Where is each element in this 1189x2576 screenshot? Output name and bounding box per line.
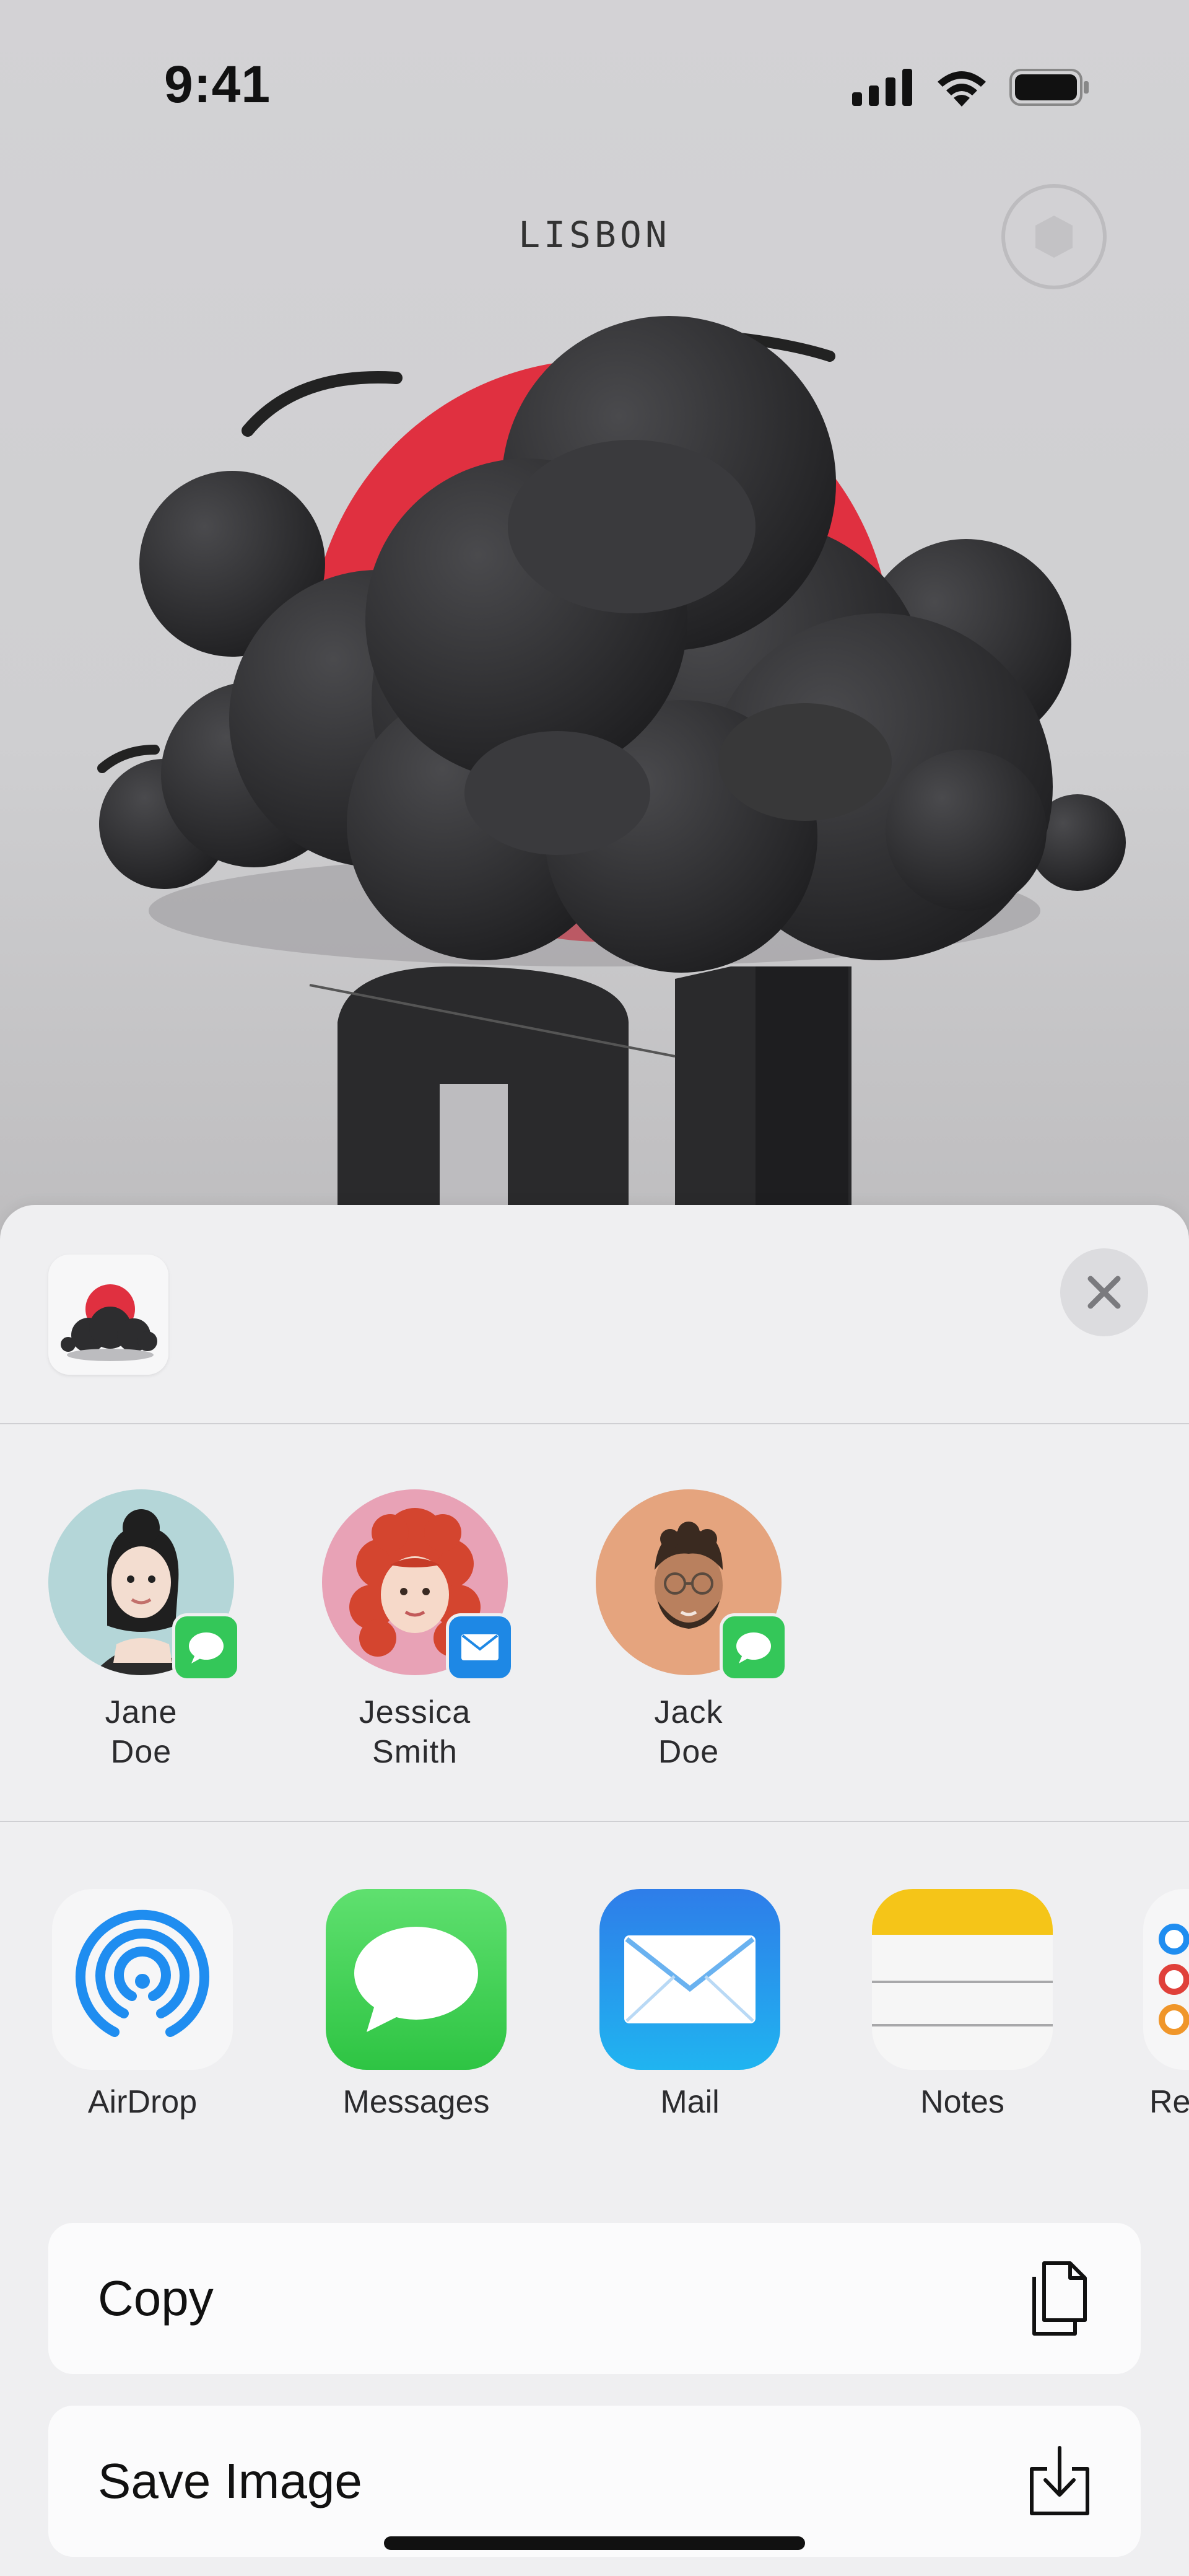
status-time: 9:41 <box>164 55 271 113</box>
person-jane-doe[interactable]: Jane Doe <box>48 1489 240 1772</box>
cellular-signal-icon <box>852 69 912 106</box>
avatar <box>48 1489 240 1681</box>
mail-icon <box>599 1889 780 2070</box>
artwork-illustration <box>97 316 1126 1239</box>
save-image-action[interactable]: Save Image <box>48 2406 1141 2557</box>
home-indicator[interactable] <box>384 2536 805 2550</box>
reminders-icon <box>1143 1889 1189 2070</box>
app-label: Mail <box>660 2084 720 2120</box>
person-name: Jane Doe <box>105 1694 178 1770</box>
person-jessica-smith[interactable]: Jessica Smith <box>322 1489 514 1772</box>
ar-view-button[interactable] <box>1001 184 1107 289</box>
number-01 <box>309 966 851 1239</box>
mail-badge-icon <box>446 1613 514 1681</box>
share-sheet-header <box>0 1205 1189 1423</box>
app-label: AirDrop <box>87 2084 198 2120</box>
wifi-icon <box>938 71 986 107</box>
share-sheet: Jane Doe Jessica Smith Jack Doe AirDrop … <box>0 1205 1189 2576</box>
copy-action[interactable]: Copy <box>48 2223 1141 2374</box>
messages-badge-icon <box>172 1613 240 1681</box>
save-image-icon <box>1030 2446 1089 2515</box>
status-bar: 9:41 <box>0 0 1189 173</box>
airdrop-icon <box>52 1889 233 2070</box>
cube-icon <box>1035 216 1073 258</box>
battery-icon <box>1009 69 1089 106</box>
copy-label: Copy <box>98 2271 214 2326</box>
app-label: Re <box>1149 2084 1189 2120</box>
app-reminders[interactable]: Re <box>1143 1889 1189 2121</box>
artwork-scene: 9:41 LISBON <box>0 0 1189 1239</box>
messages-icon <box>326 1889 507 2070</box>
person-name: Jessica Smith <box>359 1694 471 1770</box>
notes-icon <box>872 1889 1053 2070</box>
app-notes[interactable]: Notes <box>869 1889 1055 2121</box>
app-airdrop[interactable]: AirDrop <box>50 1889 235 2121</box>
status-icons <box>852 68 1090 107</box>
people-suggestions-row: Jane Doe Jessica Smith Jack Doe <box>0 1424 1189 1821</box>
app-mail[interactable]: Mail <box>597 1889 783 2121</box>
shared-image-thumbnail <box>48 1255 168 1375</box>
share-apps-row: AirDrop Messages Mail Notes Re <box>0 1822 1189 2206</box>
close-button[interactable] <box>1060 1248 1148 1336</box>
close-icon <box>1087 1276 1121 1309</box>
avatar <box>596 1489 788 1681</box>
person-jack-doe[interactable]: Jack Doe <box>596 1489 788 1772</box>
person-name: Jack Doe <box>654 1694 723 1770</box>
app-label: Notes <box>920 2084 1004 2120</box>
app-messages[interactable]: Messages <box>323 1889 509 2121</box>
avatar <box>322 1489 514 1681</box>
app-label: Messages <box>342 2084 490 2120</box>
copy-icon <box>1032 2261 1087 2336</box>
messages-badge-icon <box>720 1613 788 1681</box>
save-image-label: Save Image <box>98 2453 362 2508</box>
dark-cloud <box>99 316 1126 973</box>
